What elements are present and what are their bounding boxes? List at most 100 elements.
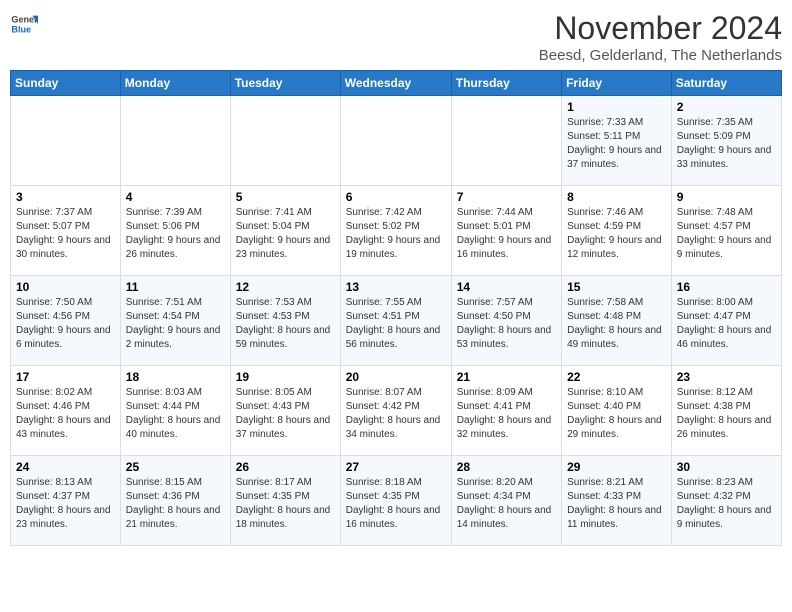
calendar-cell: [451, 96, 561, 186]
calendar-cell: 11 Sunrise: 7:51 AM Sunset: 4:54 PM Dayli…: [120, 276, 230, 366]
page-header: General Blue November 2024 Beesd, Gelder…: [10, 10, 782, 64]
day-number: 18: [126, 370, 225, 384]
calendar-cell: 1 Sunrise: 7:33 AM Sunset: 5:11 PM Daylig…: [562, 96, 672, 186]
day-info: Sunrise: 8:05 AM Sunset: 4:43 PM Dayligh…: [236, 386, 335, 442]
day-info: Sunrise: 7:57 AM Sunset: 4:50 PM Dayligh…: [457, 296, 556, 352]
day-info: Sunrise: 8:23 AM Sunset: 4:32 PM Dayligh…: [677, 476, 776, 532]
day-info: Sunrise: 7:46 AM Sunset: 4:59 PM Dayligh…: [567, 206, 666, 262]
day-number: 7: [457, 190, 556, 204]
logo-icon: General Blue: [10, 10, 38, 38]
day-number: 30: [677, 460, 776, 474]
calendar-cell: [230, 96, 340, 186]
day-number: 20: [346, 370, 446, 384]
calendar-week-row: 10 Sunrise: 7:50 AM Sunset: 4:56 PM Dayli…: [11, 276, 782, 366]
day-number: 16: [677, 280, 776, 294]
day-number: 9: [677, 190, 776, 204]
logo: General Blue: [10, 10, 38, 38]
title-block: November 2024 Beesd, Gelderland, The Net…: [539, 10, 782, 64]
day-number: 4: [126, 190, 225, 204]
calendar-cell: 6 Sunrise: 7:42 AM Sunset: 5:02 PM Daylig…: [340, 186, 451, 276]
calendar-cell: 29 Sunrise: 8:21 AM Sunset: 4:33 PM Dayli…: [562, 456, 672, 546]
calendar-week-row: 17Sunrise: 8:02 AM Sunset: 4:46 PM Dayli…: [11, 366, 782, 456]
weekday-header-monday: Monday: [120, 71, 230, 96]
calendar-cell: 13Sunrise: 7:55 AM Sunset: 4:51 PM Dayli…: [340, 276, 451, 366]
day-info: Sunrise: 8:17 AM Sunset: 4:35 PM Dayligh…: [236, 476, 335, 532]
calendar-cell: [120, 96, 230, 186]
day-number: 11: [126, 280, 225, 294]
day-info: Sunrise: 8:12 AM Sunset: 4:38 PM Dayligh…: [677, 386, 776, 442]
day-info: Sunrise: 8:13 AM Sunset: 4:37 PM Dayligh…: [16, 476, 115, 532]
calendar-cell: 28Sunrise: 8:20 AM Sunset: 4:34 PM Dayli…: [451, 456, 561, 546]
day-number: 25: [126, 460, 225, 474]
day-info: Sunrise: 8:07 AM Sunset: 4:42 PM Dayligh…: [346, 386, 446, 442]
weekday-header-row: SundayMondayTuesdayWednesdayThursdayFrid…: [11, 71, 782, 96]
weekday-header-friday: Friday: [562, 71, 672, 96]
month-title: November 2024: [539, 10, 782, 47]
calendar-cell: 2Sunrise: 7:35 AM Sunset: 5:09 PM Daylig…: [671, 96, 781, 186]
calendar-cell: 3 Sunrise: 7:37 AM Sunset: 5:07 PM Daylig…: [11, 186, 121, 276]
calendar-week-row: 24 Sunrise: 8:13 AM Sunset: 4:37 PM Dayli…: [11, 456, 782, 546]
calendar-cell: 20 Sunrise: 8:07 AM Sunset: 4:42 PM Dayli…: [340, 366, 451, 456]
calendar-cell: 9 Sunrise: 7:48 AM Sunset: 4:57 PM Daylig…: [671, 186, 781, 276]
day-number: 21: [457, 370, 556, 384]
calendar-cell: [340, 96, 451, 186]
calendar-cell: 27Sunrise: 8:18 AM Sunset: 4:35 PM Dayli…: [340, 456, 451, 546]
calendar-cell: 26Sunrise: 8:17 AM Sunset: 4:35 PM Dayli…: [230, 456, 340, 546]
day-info: Sunrise: 8:15 AM Sunset: 4:36 PM Dayligh…: [126, 476, 225, 532]
day-number: 8: [567, 190, 666, 204]
location: Beesd, Gelderland, The Netherlands: [539, 47, 782, 64]
day-info: Sunrise: 8:21 AM Sunset: 4:33 PM Dayligh…: [567, 476, 666, 532]
calendar-cell: 17Sunrise: 8:02 AM Sunset: 4:46 PM Dayli…: [11, 366, 121, 456]
day-number: 3: [16, 190, 115, 204]
day-info: Sunrise: 7:51 AM Sunset: 4:54 PM Dayligh…: [126, 296, 225, 352]
calendar-cell: 8 Sunrise: 7:46 AM Sunset: 4:59 PM Daylig…: [562, 186, 672, 276]
day-number: 22: [567, 370, 666, 384]
calendar-cell: 14Sunrise: 7:57 AM Sunset: 4:50 PM Dayli…: [451, 276, 561, 366]
calendar-cell: 30 Sunrise: 8:23 AM Sunset: 4:32 PM Dayli…: [671, 456, 781, 546]
calendar-cell: 15 Sunrise: 7:58 AM Sunset: 4:48 PM Dayli…: [562, 276, 672, 366]
day-info: Sunrise: 7:33 AM Sunset: 5:11 PM Dayligh…: [567, 116, 666, 172]
day-info: Sunrise: 7:35 AM Sunset: 5:09 PM Dayligh…: [677, 116, 776, 172]
weekday-header-sunday: Sunday: [11, 71, 121, 96]
day-number: 6: [346, 190, 446, 204]
calendar-cell: 25 Sunrise: 8:15 AM Sunset: 4:36 PM Dayli…: [120, 456, 230, 546]
day-info: Sunrise: 7:50 AM Sunset: 4:56 PM Dayligh…: [16, 296, 115, 352]
day-info: Sunrise: 8:00 AM Sunset: 4:47 PM Dayligh…: [677, 296, 776, 352]
day-info: Sunrise: 7:41 AM Sunset: 5:04 PM Dayligh…: [236, 206, 335, 262]
day-number: 29: [567, 460, 666, 474]
weekday-header-wednesday: Wednesday: [340, 71, 451, 96]
day-number: 1: [567, 100, 666, 114]
calendar-cell: 5Sunrise: 7:41 AM Sunset: 5:04 PM Daylig…: [230, 186, 340, 276]
day-number: 15: [567, 280, 666, 294]
weekday-header-saturday: Saturday: [671, 71, 781, 96]
day-number: 23: [677, 370, 776, 384]
calendar-cell: 19 Sunrise: 8:05 AM Sunset: 4:43 PM Dayli…: [230, 366, 340, 456]
day-number: 12: [236, 280, 335, 294]
calendar-cell: 7Sunrise: 7:44 AM Sunset: 5:01 PM Daylig…: [451, 186, 561, 276]
calendar-cell: 23 Sunrise: 8:12 AM Sunset: 4:38 PM Dayli…: [671, 366, 781, 456]
calendar-week-row: 1 Sunrise: 7:33 AM Sunset: 5:11 PM Daylig…: [11, 96, 782, 186]
day-info: Sunrise: 8:03 AM Sunset: 4:44 PM Dayligh…: [126, 386, 225, 442]
calendar-cell: 16 Sunrise: 8:00 AM Sunset: 4:47 PM Dayli…: [671, 276, 781, 366]
day-number: 28: [457, 460, 556, 474]
calendar-cell: 22 Sunrise: 8:10 AM Sunset: 4:40 PM Dayli…: [562, 366, 672, 456]
weekday-header-tuesday: Tuesday: [230, 71, 340, 96]
day-info: Sunrise: 8:10 AM Sunset: 4:40 PM Dayligh…: [567, 386, 666, 442]
day-number: 24: [16, 460, 115, 474]
day-info: Sunrise: 8:02 AM Sunset: 4:46 PM Dayligh…: [16, 386, 115, 442]
day-info: Sunrise: 8:09 AM Sunset: 4:41 PM Dayligh…: [457, 386, 556, 442]
day-info: Sunrise: 7:48 AM Sunset: 4:57 PM Dayligh…: [677, 206, 776, 262]
day-info: Sunrise: 7:42 AM Sunset: 5:02 PM Dayligh…: [346, 206, 446, 262]
day-info: Sunrise: 7:58 AM Sunset: 4:48 PM Dayligh…: [567, 296, 666, 352]
weekday-header-thursday: Thursday: [451, 71, 561, 96]
day-info: Sunrise: 8:18 AM Sunset: 4:35 PM Dayligh…: [346, 476, 446, 532]
day-info: Sunrise: 7:39 AM Sunset: 5:06 PM Dayligh…: [126, 206, 225, 262]
svg-text:Blue: Blue: [11, 24, 31, 34]
day-number: 10: [16, 280, 115, 294]
day-number: 19: [236, 370, 335, 384]
calendar-cell: 24 Sunrise: 8:13 AM Sunset: 4:37 PM Dayli…: [11, 456, 121, 546]
day-info: Sunrise: 7:37 AM Sunset: 5:07 PM Dayligh…: [16, 206, 115, 262]
calendar-cell: 10 Sunrise: 7:50 AM Sunset: 4:56 PM Dayli…: [11, 276, 121, 366]
calendar-cell: 18 Sunrise: 8:03 AM Sunset: 4:44 PM Dayli…: [120, 366, 230, 456]
calendar-cell: 12Sunrise: 7:53 AM Sunset: 4:53 PM Dayli…: [230, 276, 340, 366]
